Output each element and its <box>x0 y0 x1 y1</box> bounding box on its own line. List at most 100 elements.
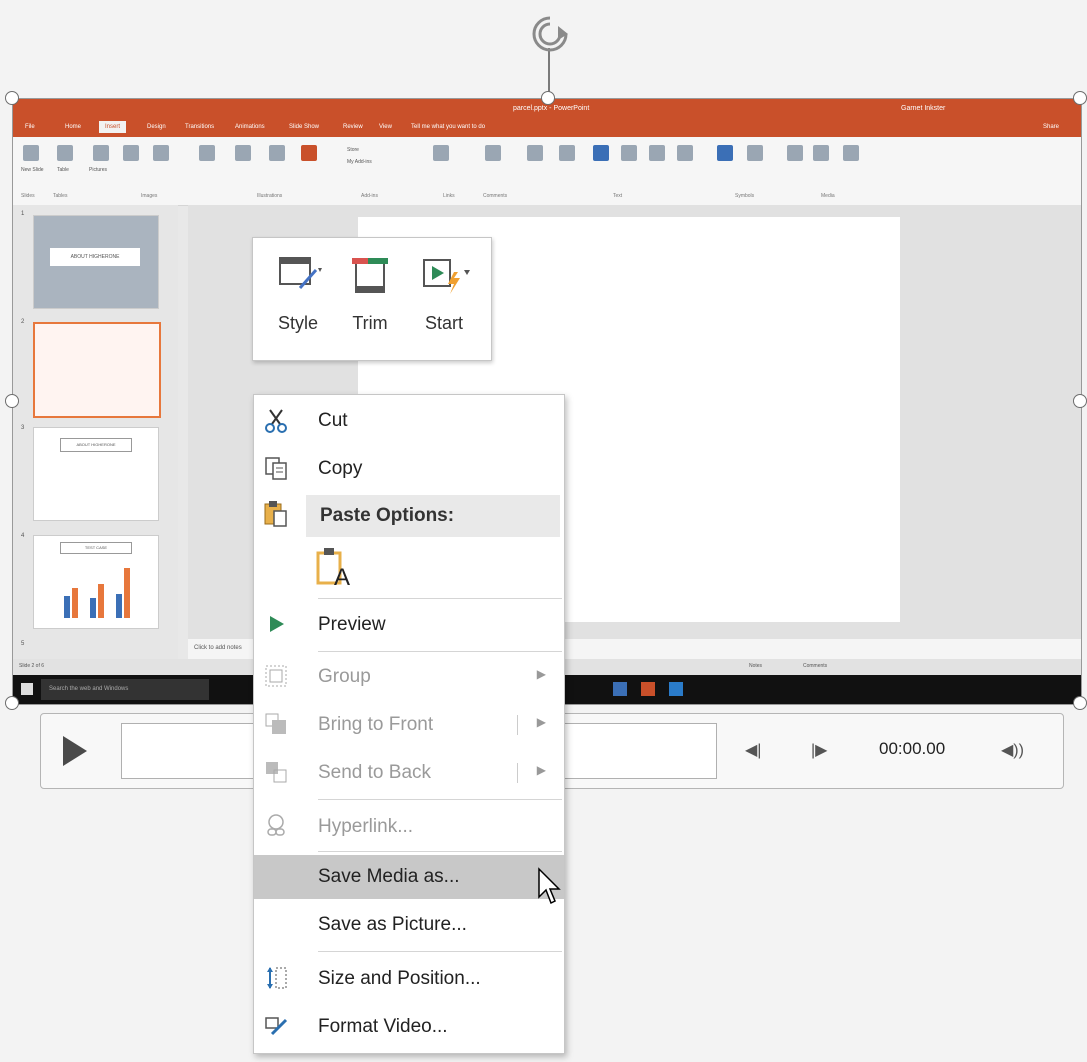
menu-separator <box>318 651 562 652</box>
playback-time: 00:00.00 <box>879 739 946 758</box>
menu-label: Send to Back <box>318 762 432 783</box>
video-mini-toolbar: Style Trim Start <box>252 237 492 361</box>
menu-item-preview[interactable]: Preview <box>254 603 564 647</box>
resize-handle-right[interactable] <box>1073 394 1087 408</box>
ppt-ribbon-tabs: File Home Insert Design Transitions Anim… <box>13 119 1081 137</box>
resize-handle-bottom-right[interactable] <box>1073 696 1087 710</box>
menu-item-size-and-position[interactable]: Size and Position... <box>254 957 564 1001</box>
play-icon[interactable] <box>63 736 87 766</box>
menu-item-bring-to-front[interactable]: Bring to Front ▶ <box>254 703 564 747</box>
menu-item-format-video[interactable]: Format Video... <box>254 1005 564 1049</box>
slide-thumbnail-pane: 1 ABOUT HIGHERONE 2 3 ABOUT HIGHERONE 4 … <box>13 205 178 659</box>
trim-video-icon <box>352 258 388 293</box>
menu-label: Size and Position... <box>318 968 481 989</box>
menu-item-group[interactable]: Group ▶ <box>254 655 564 699</box>
screenshot-icon <box>153 145 169 161</box>
start-label: Start <box>424 313 463 333</box>
menu-item-cut[interactable]: Cut <box>254 399 564 443</box>
trim-label: Trim <box>352 313 388 333</box>
ribbon-label: Store <box>347 147 359 153</box>
menu-separator <box>318 799 562 800</box>
notes-placeholder: Click to add notes <box>194 645 242 651</box>
group-label: Media <box>821 193 835 199</box>
menu-separator <box>318 598 562 599</box>
resize-handle-left[interactable] <box>5 394 19 408</box>
slide-number: 5 <box>21 641 25 647</box>
resize-handle-top-right[interactable] <box>1073 91 1087 105</box>
menu-item-save-media-as[interactable]: Save Media as... <box>254 855 564 899</box>
group-label: Text <box>613 193 623 199</box>
paste-icon <box>264 501 287 527</box>
volume-icon[interactable]: ◀)) <box>1001 740 1024 760</box>
comment-icon <box>485 145 501 161</box>
style-label: Style <box>277 313 319 333</box>
table-icon <box>57 145 73 161</box>
resize-handle-top[interactable] <box>541 91 555 105</box>
trim-button[interactable]: Trim <box>339 248 401 334</box>
menu-item-hyperlink[interactable]: Hyperlink... <box>254 805 564 849</box>
tab-review: Review <box>343 124 363 130</box>
paste-keep-text-icon[interactable]: A <box>314 545 360 591</box>
menu-item-copy[interactable]: Copy <box>254 447 564 491</box>
submenu-arrow-icon: ▶ <box>536 667 546 681</box>
menu-item-send-to-back[interactable]: Send to Back ▶ <box>254 751 564 795</box>
menu-separator <box>318 951 562 952</box>
step-forward-icon[interactable]: |▶ <box>811 740 827 760</box>
submenu-arrow-icon: ▶ <box>536 763 546 777</box>
slide-thumbnail: ABOUT HIGHERONE <box>33 215 159 309</box>
copy-icon <box>265 457 287 480</box>
ribbon-label: Table <box>57 167 69 173</box>
paste-options-header: Paste Options: <box>306 495 560 537</box>
tab-transitions: Transitions <box>185 124 215 130</box>
hyperlink-icon <box>433 145 449 161</box>
thumb-title: ABOUT HIGHERONE <box>60 438 132 452</box>
submenu-arrow-icon: ▶ <box>536 715 546 729</box>
menu-separator <box>318 851 562 852</box>
group-label: Images <box>141 193 158 199</box>
photo-album-icon <box>199 145 215 161</box>
context-menu: Cut Copy Paste Options: A Preview Group … <box>253 394 565 1054</box>
symbol-icon <box>747 145 763 161</box>
split-divider <box>517 763 518 783</box>
tab-home: Home <box>65 124 82 130</box>
group-label: Tables <box>53 193 68 199</box>
header-footer-icon <box>559 145 575 161</box>
new-slide-icon <box>23 145 39 161</box>
step-back-icon[interactable]: ◀| <box>745 740 761 760</box>
group-icon <box>265 665 287 687</box>
resize-handle-top-left[interactable] <box>5 91 19 105</box>
taskbar-app-icon <box>669 682 683 696</box>
slide-number: 1 <box>21 211 25 217</box>
mouse-cursor-icon <box>538 867 561 905</box>
share-button: Share <box>1043 124 1060 130</box>
play-preview-icon <box>270 616 284 632</box>
paste-options-label: Paste Options: <box>320 505 455 526</box>
menu-label: Save as Picture... <box>318 914 467 935</box>
ppt-ribbon: New Slide Table Pictures Store My Add-in… <box>13 137 1081 206</box>
start-video-icon <box>423 259 470 294</box>
menu-item-save-as-picture[interactable]: Save as Picture... <box>254 903 564 947</box>
slide-count-status: Slide 2 of 6 <box>19 663 45 669</box>
send-to-back-icon <box>266 762 287 783</box>
shapes-icon <box>235 145 251 161</box>
ppt-user: Garnet Inkster <box>901 105 946 112</box>
audio-icon <box>813 145 829 161</box>
rotate-handle-icon[interactable] <box>528 12 572 56</box>
thumb-bar <box>90 598 96 618</box>
menu-label: Cut <box>318 410 348 431</box>
thumb-bar <box>98 584 104 618</box>
pictures-icon <box>93 145 109 161</box>
taskbar-ppt-icon <box>641 682 655 696</box>
hyperlink-icon <box>267 814 285 836</box>
menu-label: Hyperlink... <box>318 816 414 837</box>
tab-insert: Insert <box>99 121 127 133</box>
tab-animations: Animations <box>235 124 265 130</box>
tab-design: Design <box>147 124 166 130</box>
comments-status: Comments <box>803 663 828 669</box>
style-button[interactable]: Style <box>267 248 329 334</box>
thumb-bar <box>64 596 70 618</box>
resize-handle-bottom-left[interactable] <box>5 696 19 710</box>
smartart-icon <box>269 145 285 161</box>
thumb-bar <box>116 594 122 618</box>
start-button[interactable]: Start <box>413 248 475 334</box>
